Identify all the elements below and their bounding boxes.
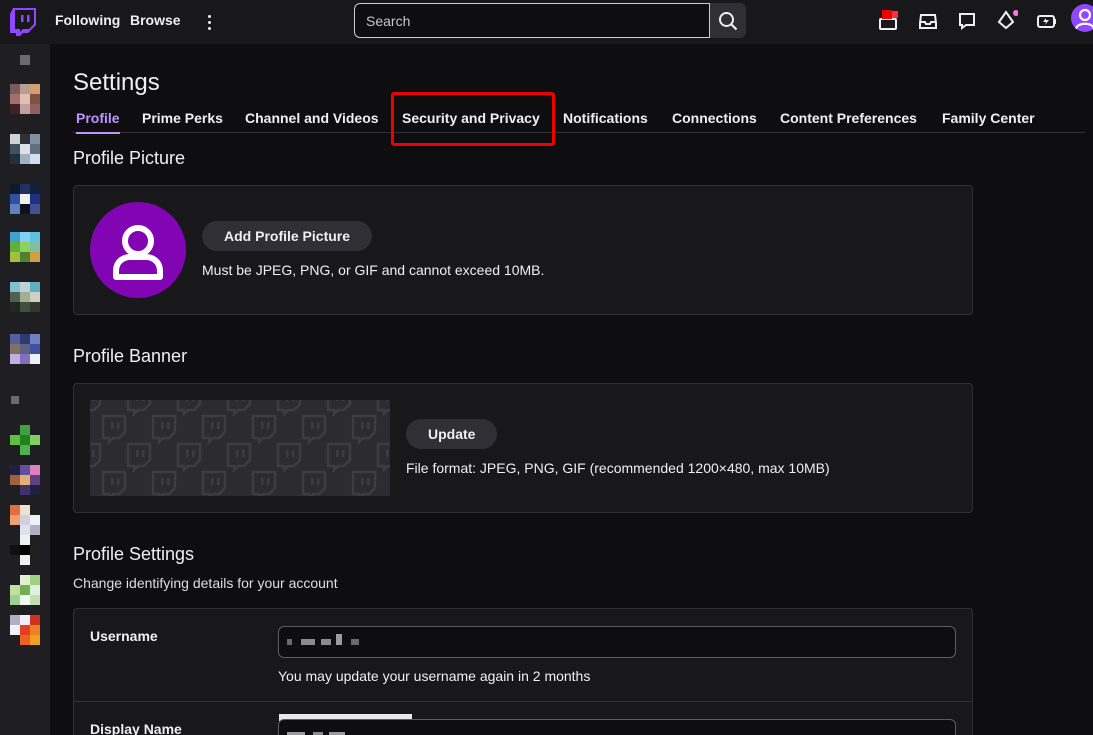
row-divider <box>74 701 972 702</box>
followed-channels-sidebar <box>0 44 50 735</box>
settings-tabs: Profile Prime Perks Channel and Videos S… <box>73 107 1085 134</box>
banner-preview <box>90 400 390 496</box>
redacted-text <box>351 639 359 645</box>
settings-main: Settings Profile Prime Perks Channel and… <box>50 44 1093 735</box>
search-button[interactable] <box>710 3 746 38</box>
tab-content-preferences[interactable]: Content Preferences <box>780 110 917 126</box>
more-menu-icon[interactable] <box>203 12 215 32</box>
tab-profile[interactable]: Profile <box>76 110 120 134</box>
inbox-icon[interactable] <box>917 10 939 32</box>
update-banner-button[interactable]: Update <box>406 419 498 449</box>
channel-avatar[interactable] <box>10 465 40 495</box>
tab-family-center[interactable]: Family Center <box>942 110 1035 126</box>
username-field[interactable] <box>278 626 956 658</box>
user-avatar[interactable] <box>1071 4 1093 32</box>
collapse-sidebar-icon[interactable] <box>20 55 30 65</box>
channel-avatar[interactable] <box>10 425 40 455</box>
security-tab-highlight <box>391 92 555 146</box>
channel-avatar[interactable] <box>10 575 40 605</box>
profile-picture-title: Profile Picture <box>73 148 186 168</box>
channel-avatar[interactable] <box>10 615 40 645</box>
channel-avatar[interactable] <box>10 334 40 364</box>
search-icon <box>719 11 738 30</box>
sidebar-divider <box>11 396 19 404</box>
channel-avatar[interactable] <box>10 535 40 565</box>
tab-connections[interactable]: Connections <box>672 110 757 126</box>
turbo-battery-icon[interactable] <box>1036 10 1058 32</box>
profile-settings-title: Profile Settings <box>73 544 195 564</box>
search-bar <box>354 3 746 38</box>
channel-avatar[interactable] <box>10 505 40 535</box>
page-title: Settings <box>73 69 160 96</box>
twitch-logo-icon[interactable] <box>10 8 36 36</box>
profile-avatar <box>90 202 186 298</box>
profile-picture-card: Add Profile Picture Must be JPEG, PNG, o… <box>73 185 973 315</box>
glitch-pattern-icon <box>90 400 390 496</box>
following-link[interactable]: Following <box>55 12 120 28</box>
tab-notifications[interactable]: Notifications <box>563 110 648 126</box>
channel-avatar[interactable] <box>10 232 40 262</box>
profile-settings-subtitle: Change identifying details for your acco… <box>73 575 338 591</box>
profile-settings-card: Username You may update your username ag… <box>73 608 973 735</box>
profile-banner-hint: File format: JPEG, PNG, GIF (recommended… <box>406 460 830 476</box>
channel-avatar[interactable] <box>10 184 40 214</box>
username-label: Username <box>90 628 158 644</box>
redacted-text <box>321 639 331 645</box>
username-hint: You may update your username again in 2 … <box>278 668 591 684</box>
tab-channel-and-videos[interactable]: Channel and Videos <box>245 110 379 126</box>
search-input[interactable] <box>354 3 710 38</box>
whispers-icon[interactable] <box>956 10 978 32</box>
profile-picture-hint: Must be JPEG, PNG, or GIF and cannot exc… <box>202 262 545 278</box>
redacted-text <box>301 639 315 645</box>
add-profile-picture-button[interactable]: Add Profile Picture <box>202 221 373 251</box>
display-name-label: Display Name <box>90 721 182 735</box>
prime-loot-icon[interactable] <box>878 10 900 32</box>
redacted-text <box>336 634 342 645</box>
channel-avatar[interactable] <box>10 84 40 114</box>
profile-banner-title: Profile Banner <box>73 346 188 366</box>
profile-banner-card: Update File format: JPEG, PNG, GIF (reco… <box>73 383 973 513</box>
channel-avatar[interactable] <box>10 282 40 312</box>
top-nav: Following Browse <box>0 0 1093 44</box>
bits-icon[interactable] <box>996 10 1018 32</box>
user-icon <box>113 225 163 280</box>
display-name-field[interactable] <box>278 719 956 735</box>
browse-link[interactable]: Browse <box>130 12 181 28</box>
redacted-text <box>287 639 292 645</box>
tab-prime-perks[interactable]: Prime Perks <box>142 110 223 126</box>
channel-avatar[interactable] <box>10 134 40 164</box>
